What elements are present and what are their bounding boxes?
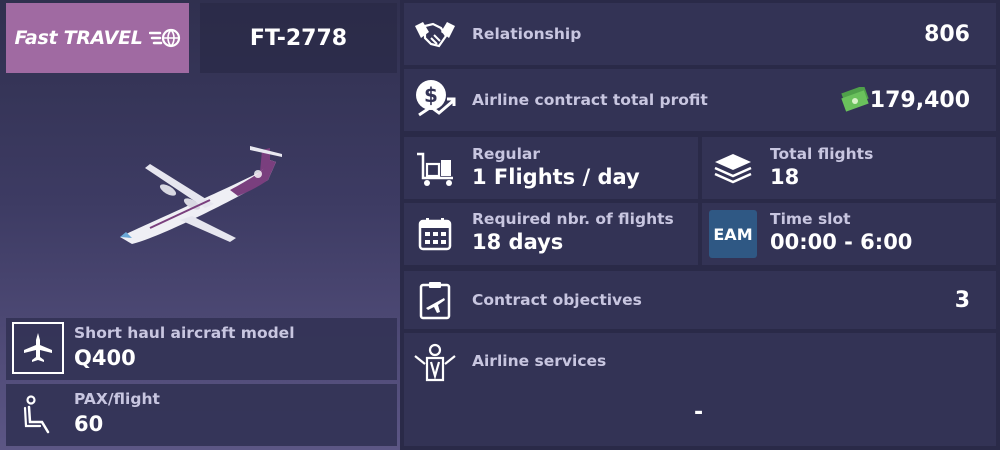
time-slot-value: 00:00 - 6:00 bbox=[770, 230, 913, 254]
profit-trend-icon: $ bbox=[412, 76, 458, 122]
airplane-icon bbox=[12, 322, 64, 374]
regular-value: 1 Flights / day bbox=[472, 165, 640, 189]
required-value: 18 days bbox=[472, 230, 564, 254]
aircraft-image bbox=[110, 132, 290, 262]
time-slot-label: Time slot bbox=[770, 210, 851, 228]
regular-label: Regular bbox=[472, 145, 540, 163]
pax-panel bbox=[6, 384, 397, 446]
objectives-value: 3 bbox=[954, 288, 970, 313]
required-label: Required nbr. of flights bbox=[472, 210, 674, 228]
services-value: - bbox=[694, 400, 704, 425]
clipboard-plane-icon bbox=[414, 278, 456, 322]
relationship-label: Relationship bbox=[472, 25, 582, 43]
profit-label: Airline contract total profit bbox=[472, 91, 708, 109]
profit-value: 179,400 bbox=[869, 88, 970, 113]
seat-icon bbox=[18, 392, 58, 436]
stacked-tickets-icon bbox=[710, 146, 756, 190]
services-panel bbox=[404, 333, 996, 446]
services-label: Airline services bbox=[472, 352, 607, 370]
airline-logo-text: Fast TRAVEL bbox=[14, 27, 143, 49]
airline-logo: Fast TRAVEL bbox=[6, 3, 189, 73]
total-flights-label: Total flights bbox=[770, 145, 874, 163]
attendant-service-icon bbox=[412, 340, 458, 384]
svg-text:$: $ bbox=[424, 83, 438, 107]
airline-globe-icon bbox=[148, 28, 180, 48]
pax-value: 60 bbox=[74, 412, 104, 436]
total-flights-value: 18 bbox=[770, 165, 800, 189]
objectives-label: Contract objectives bbox=[472, 291, 642, 309]
aircraft-model-label: Short haul aircraft model bbox=[74, 324, 295, 342]
luggage-cart-icon bbox=[412, 146, 458, 190]
calendar-icon bbox=[412, 212, 458, 256]
time-slot-badge: EAM bbox=[709, 210, 757, 258]
pax-label: PAX/flight bbox=[74, 390, 160, 408]
handshake-icon bbox=[412, 12, 458, 56]
aircraft-model-value: Q400 bbox=[74, 346, 136, 370]
contract-code: FT-2778 bbox=[200, 3, 397, 73]
relationship-value: 806 bbox=[924, 22, 970, 47]
cash-icon bbox=[838, 86, 872, 114]
